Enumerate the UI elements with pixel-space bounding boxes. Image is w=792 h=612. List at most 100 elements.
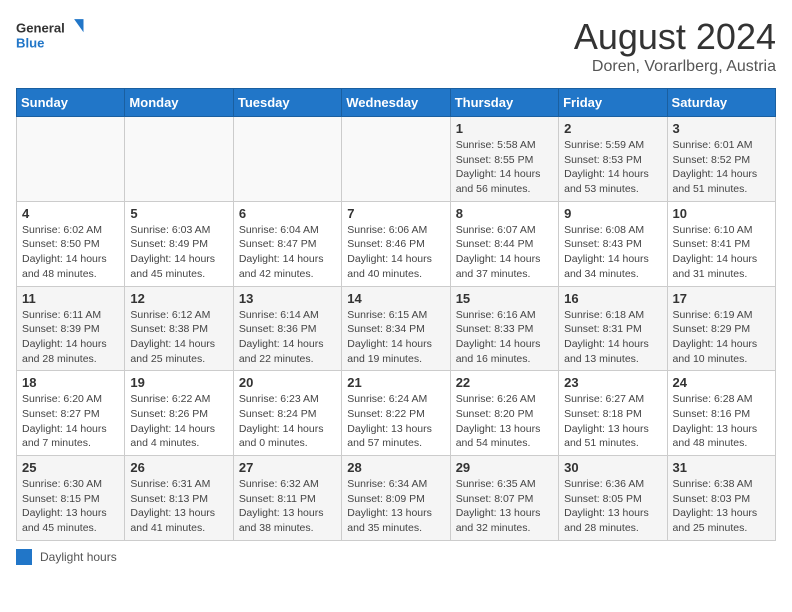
calendar-cell: 10Sunrise: 6:10 AMSunset: 8:41 PMDayligh… bbox=[667, 201, 775, 286]
svg-text:Blue: Blue bbox=[16, 35, 44, 50]
day-number: 2 bbox=[564, 121, 661, 136]
day-info: Sunrise: 6:28 AMSunset: 8:16 PMDaylight:… bbox=[673, 392, 770, 451]
legend: Daylight hours bbox=[16, 549, 776, 565]
day-info: Sunrise: 6:06 AMSunset: 8:46 PMDaylight:… bbox=[347, 223, 444, 282]
day-number: 16 bbox=[564, 291, 661, 306]
calendar-cell: 25 Sunrise: 6:30 AMSunset: 8:15 PMDayligh… bbox=[17, 456, 125, 541]
day-info: Sunrise: 6:34 AMSunset: 8:09 PMDaylight:… bbox=[347, 477, 444, 536]
calendar-cell: 12 Sunrise: 6:12 AMSunset: 8:38 PMDayligh… bbox=[125, 286, 233, 371]
day-info: Sunrise: 6:08 AMSunset: 8:43 PMDaylight:… bbox=[564, 223, 661, 282]
calendar-table: SundayMondayTuesdayWednesdayThursdayFrid… bbox=[16, 88, 776, 541]
day-info: Sunrise: 6:20 AMSunset: 8:27 PMDaylight:… bbox=[22, 392, 119, 451]
day-number: 22 bbox=[456, 375, 553, 390]
day-number: 5 bbox=[130, 206, 227, 221]
day-number: 4 bbox=[22, 206, 119, 221]
weekday-header-sunday: Sunday bbox=[17, 89, 125, 117]
calendar-cell: 14Sunrise: 6:15 AMSunset: 8:34 PMDayligh… bbox=[342, 286, 450, 371]
calendar-cell: 26 Sunrise: 6:31 AMSunset: 8:13 PMDayligh… bbox=[125, 456, 233, 541]
day-info: Sunrise: 6:30 AMSunset: 8:15 PMDaylight:… bbox=[22, 477, 119, 536]
day-number: 11 bbox=[22, 291, 119, 306]
calendar-cell bbox=[342, 117, 450, 202]
calendar-cell: 13Sunrise: 6:14 AMSunset: 8:36 PMDayligh… bbox=[233, 286, 341, 371]
day-number: 20 bbox=[239, 375, 336, 390]
calendar-cell: 20 Sunrise: 6:23 AMSunset: 8:24 PMDayligh… bbox=[233, 371, 341, 456]
calendar-cell: 16Sunrise: 6:18 AMSunset: 8:31 PMDayligh… bbox=[559, 286, 667, 371]
calendar-title: August 2024 bbox=[574, 16, 776, 58]
page-header: General Blue August 2024 Doren, Vorarlbe… bbox=[16, 16, 776, 76]
day-number: 23 bbox=[564, 375, 661, 390]
day-info: Sunrise: 6:12 AMSunset: 8:38 PMDaylight:… bbox=[130, 308, 227, 367]
week-row-3: 11 Sunrise: 6:11 AMSunset: 8:39 PMDayligh… bbox=[17, 286, 776, 371]
calendar-cell bbox=[17, 117, 125, 202]
day-info: Sunrise: 6:15 AMSunset: 8:34 PMDaylight:… bbox=[347, 308, 444, 367]
weekday-header-monday: Monday bbox=[125, 89, 233, 117]
calendar-body: 1Sunrise: 5:58 AMSunset: 8:55 PMDaylight… bbox=[17, 117, 776, 541]
day-number: 8 bbox=[456, 206, 553, 221]
day-info: Sunrise: 6:24 AMSunset: 8:22 PMDaylight:… bbox=[347, 392, 444, 451]
day-number: 27 bbox=[239, 460, 336, 475]
day-number: 7 bbox=[347, 206, 444, 221]
calendar-cell: 7 Sunrise: 6:06 AMSunset: 8:46 PMDaylight… bbox=[342, 201, 450, 286]
day-number: 17 bbox=[673, 291, 770, 306]
calendar-cell: 17 Sunrise: 6:19 AMSunset: 8:29 PMDayligh… bbox=[667, 286, 775, 371]
day-info: Sunrise: 6:26 AMSunset: 8:20 PMDaylight:… bbox=[456, 392, 553, 451]
day-info: Sunrise: 5:59 AMSunset: 8:53 PMDaylight:… bbox=[564, 138, 661, 197]
weekday-header-friday: Friday bbox=[559, 89, 667, 117]
svg-text:General: General bbox=[16, 20, 65, 35]
calendar-cell: 9 Sunrise: 6:08 AMSunset: 8:43 PMDaylight… bbox=[559, 201, 667, 286]
day-number: 26 bbox=[130, 460, 227, 475]
day-number: 25 bbox=[22, 460, 119, 475]
calendar-cell: 18 Sunrise: 6:20 AMSunset: 8:27 PMDayligh… bbox=[17, 371, 125, 456]
day-info: Sunrise: 5:58 AMSunset: 8:55 PMDaylight:… bbox=[456, 138, 553, 197]
calendar-cell: 8 Sunrise: 6:07 AMSunset: 8:44 PMDaylight… bbox=[450, 201, 558, 286]
day-info: Sunrise: 6:31 AMSunset: 8:13 PMDaylight:… bbox=[130, 477, 227, 536]
week-row-1: 1Sunrise: 5:58 AMSunset: 8:55 PMDaylight… bbox=[17, 117, 776, 202]
day-info: Sunrise: 6:16 AMSunset: 8:33 PMDaylight:… bbox=[456, 308, 553, 367]
day-info: Sunrise: 6:10 AMSunset: 8:41 PMDaylight:… bbox=[673, 223, 770, 282]
day-info: Sunrise: 6:19 AMSunset: 8:29 PMDaylight:… bbox=[673, 308, 770, 367]
calendar-cell: 22 Sunrise: 6:26 AMSunset: 8:20 PMDayligh… bbox=[450, 371, 558, 456]
day-number: 13 bbox=[239, 291, 336, 306]
day-number: 15 bbox=[456, 291, 553, 306]
weekday-header-saturday: Saturday bbox=[667, 89, 775, 117]
day-number: 24 bbox=[673, 375, 770, 390]
week-row-2: 4 Sunrise: 6:02 AMSunset: 8:50 PMDaylight… bbox=[17, 201, 776, 286]
day-info: Sunrise: 6:36 AMSunset: 8:05 PMDaylight:… bbox=[564, 477, 661, 536]
day-info: Sunrise: 6:38 AMSunset: 8:03 PMDaylight:… bbox=[673, 477, 770, 536]
legend-label: Daylight hours bbox=[40, 550, 117, 564]
calendar-header: SundayMondayTuesdayWednesdayThursdayFrid… bbox=[17, 89, 776, 117]
calendar-cell: 3Sunrise: 6:01 AMSunset: 8:52 PMDaylight… bbox=[667, 117, 775, 202]
calendar-cell: 24 Sunrise: 6:28 AMSunset: 8:16 PMDayligh… bbox=[667, 371, 775, 456]
day-info: Sunrise: 6:23 AMSunset: 8:24 PMDaylight:… bbox=[239, 392, 336, 451]
legend-color-box bbox=[16, 549, 32, 565]
calendar-cell: 6Sunrise: 6:04 AMSunset: 8:47 PMDaylight… bbox=[233, 201, 341, 286]
calendar-cell: 15 Sunrise: 6:16 AMSunset: 8:33 PMDayligh… bbox=[450, 286, 558, 371]
calendar-cell: 27 Sunrise: 6:32 AMSunset: 8:11 PMDayligh… bbox=[233, 456, 341, 541]
day-number: 30 bbox=[564, 460, 661, 475]
title-area: August 2024 Doren, Vorarlberg, Austria bbox=[574, 16, 776, 76]
day-number: 29 bbox=[456, 460, 553, 475]
calendar-cell bbox=[125, 117, 233, 202]
calendar-cell: 21Sunrise: 6:24 AMSunset: 8:22 PMDayligh… bbox=[342, 371, 450, 456]
logo-icon: General Blue bbox=[16, 16, 91, 56]
day-number: 12 bbox=[130, 291, 227, 306]
calendar-cell: 19Sunrise: 6:22 AMSunset: 8:26 PMDayligh… bbox=[125, 371, 233, 456]
weekday-header-tuesday: Tuesday bbox=[233, 89, 341, 117]
day-info: Sunrise: 6:35 AMSunset: 8:07 PMDaylight:… bbox=[456, 477, 553, 536]
day-info: Sunrise: 6:01 AMSunset: 8:52 PMDaylight:… bbox=[673, 138, 770, 197]
day-number: 9 bbox=[564, 206, 661, 221]
calendar-cell: 2 Sunrise: 5:59 AMSunset: 8:53 PMDaylight… bbox=[559, 117, 667, 202]
calendar-cell bbox=[233, 117, 341, 202]
calendar-cell: 4 Sunrise: 6:02 AMSunset: 8:50 PMDaylight… bbox=[17, 201, 125, 286]
day-number: 18 bbox=[22, 375, 119, 390]
weekday-row: SundayMondayTuesdayWednesdayThursdayFrid… bbox=[17, 89, 776, 117]
day-info: Sunrise: 6:07 AMSunset: 8:44 PMDaylight:… bbox=[456, 223, 553, 282]
day-info: Sunrise: 6:27 AMSunset: 8:18 PMDaylight:… bbox=[564, 392, 661, 451]
calendar-cell: 29 Sunrise: 6:35 AMSunset: 8:07 PMDayligh… bbox=[450, 456, 558, 541]
day-number: 28 bbox=[347, 460, 444, 475]
day-info: Sunrise: 6:32 AMSunset: 8:11 PMDaylight:… bbox=[239, 477, 336, 536]
day-info: Sunrise: 6:02 AMSunset: 8:50 PMDaylight:… bbox=[22, 223, 119, 282]
calendar-cell: 31Sunrise: 6:38 AMSunset: 8:03 PMDayligh… bbox=[667, 456, 775, 541]
day-info: Sunrise: 6:11 AMSunset: 8:39 PMDaylight:… bbox=[22, 308, 119, 367]
calendar-cell: 11 Sunrise: 6:11 AMSunset: 8:39 PMDayligh… bbox=[17, 286, 125, 371]
